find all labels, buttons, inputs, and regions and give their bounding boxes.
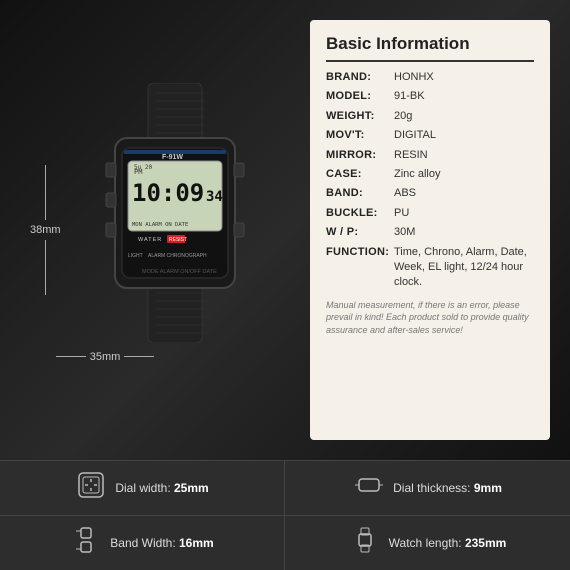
height-label: 38mm xyxy=(30,224,61,236)
info-note: Manual measurement, if there is an error… xyxy=(326,299,534,337)
info-row-label: MOV'T: xyxy=(326,128,394,143)
svg-text:WATER: WATER xyxy=(138,237,162,243)
info-row-value: PU xyxy=(394,206,409,221)
info-row: W / P:30M xyxy=(326,225,534,240)
dial-width: Dial width: 25mm xyxy=(0,461,285,516)
main-area: 38mm xyxy=(0,0,570,460)
svg-text:MODE ALARM ON/OFF DATE: MODE ALARM ON/OFF DATE xyxy=(142,269,217,275)
info-row-value: RESIN xyxy=(394,148,428,163)
svg-text:F-91W: F-91W xyxy=(162,154,183,161)
svg-text:RESIST: RESIST xyxy=(169,237,187,243)
band-width-label: Band Width: 16mm xyxy=(110,536,213,550)
info-row-value: 91-BK xyxy=(394,89,425,104)
dial-thickness-label: Dial thickness: 9mm xyxy=(393,481,502,495)
svg-text:LIGHT: LIGHT xyxy=(128,253,143,259)
info-row-value: 20g xyxy=(394,109,412,124)
info-row-value: 30M xyxy=(394,225,415,240)
dial-thickness-icon xyxy=(353,469,385,507)
info-row-label: CASE: xyxy=(326,167,394,182)
info-row: BAND:ABS xyxy=(326,186,534,201)
info-row: WEIGHT:20g xyxy=(326,109,534,124)
watch-length-label: Watch length: 235mm xyxy=(389,536,507,550)
svg-text:5u 20: 5u 20 xyxy=(134,164,152,171)
info-row-label: BAND: xyxy=(326,186,394,201)
info-row-value: Zinc alloy xyxy=(394,167,440,182)
width-dimension: 35mm xyxy=(35,351,175,363)
info-row-label: MIRROR: xyxy=(326,148,394,163)
info-row: MOV'T:DIGITAL xyxy=(326,128,534,143)
dial-thickness: Dial thickness: 9mm xyxy=(285,461,570,516)
info-heading: Basic Information xyxy=(326,34,534,62)
band-width-icon xyxy=(70,524,102,562)
info-row: MODEL:91-BK xyxy=(326,89,534,104)
svg-text:10:09: 10:09 xyxy=(132,179,204,207)
band-width: Band Width: 16mm xyxy=(0,516,285,570)
watch-length: Watch length: 235mm xyxy=(285,516,570,570)
info-row-label: BRAND: xyxy=(326,70,394,85)
info-row: CASE:Zinc alloy xyxy=(326,167,534,182)
info-row-label: BUCKLE: xyxy=(326,206,394,221)
watch-image: PM 10:09 34 5u 20 MON ALARM ON DATE WATE… xyxy=(90,83,260,348)
info-rows: BRAND:HONHXMODEL:91-BKWEIGHT:20gMOV'T:DI… xyxy=(326,70,534,291)
bottom-bar: Dial width: 25mm Dial thickness: 9mm Ban… xyxy=(0,460,570,570)
info-row-value: HONHX xyxy=(394,70,434,85)
dial-width-label: Dial width: 25mm xyxy=(115,481,208,495)
info-row-value: DIGITAL xyxy=(394,128,436,143)
svg-text:MON ALARM ON DATE: MON ALARM ON DATE xyxy=(132,222,188,228)
watch-svg: PM 10:09 34 5u 20 MON ALARM ON DATE WATE… xyxy=(90,83,260,343)
info-row-label: FUNCTION: xyxy=(326,245,394,260)
info-row: BUCKLE:PU xyxy=(326,206,534,221)
info-row-label: W / P: xyxy=(326,225,394,240)
width-label: 35mm xyxy=(90,351,121,363)
svg-text:34: 34 xyxy=(206,189,223,205)
info-row-label: WEIGHT: xyxy=(326,109,394,124)
info-row-value: Time, Chrono, Alarm, Date, Week, EL ligh… xyxy=(394,245,534,291)
dial-width-icon xyxy=(75,469,107,507)
info-row: BRAND:HONHX xyxy=(326,70,534,85)
watch-length-icon xyxy=(349,524,381,562)
info-panel: Basic Information BRAND:HONHXMODEL:91-BK… xyxy=(310,20,550,440)
info-row-label: MODEL: xyxy=(326,89,394,104)
watch-area: 38mm xyxy=(20,20,300,440)
svg-text:ALARM CHRONOGRAPH: ALARM CHRONOGRAPH xyxy=(148,253,207,259)
info-row: FUNCTION:Time, Chrono, Alarm, Date, Week… xyxy=(326,245,534,291)
height-dimension: 38mm xyxy=(30,165,61,295)
info-row-value: ABS xyxy=(394,186,416,201)
info-row: MIRROR:RESIN xyxy=(326,148,534,163)
